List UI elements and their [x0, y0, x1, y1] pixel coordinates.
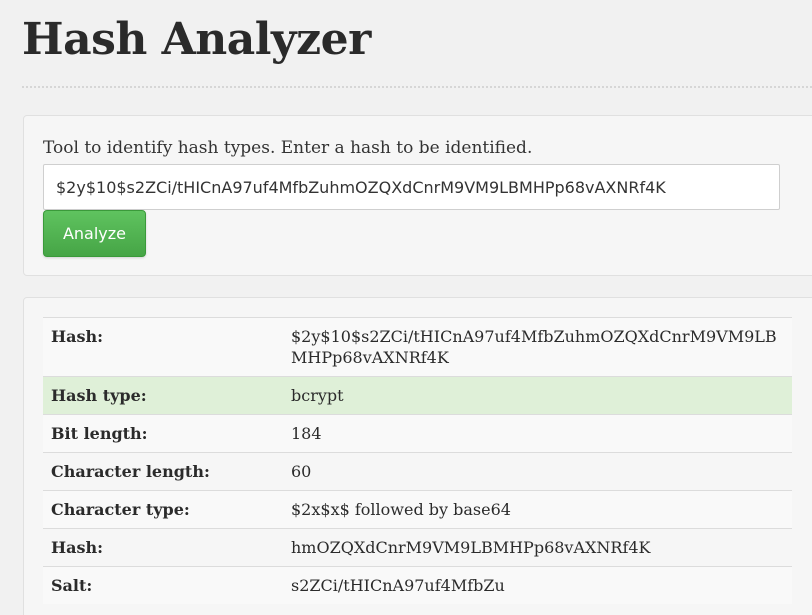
result-row-bit-length: Bit length: 184	[43, 414, 792, 453]
result-row-character-length: Character length: 60	[43, 452, 792, 491]
result-label: Hash:	[43, 317, 283, 377]
result-row-salt: Salt: s2ZCi/tHICnA97uf4MfbZu	[43, 566, 792, 604]
result-row-hash-part: Hash: hmOZQXdCnrM9VM9LBMHPp68vAXNRf4K	[43, 528, 792, 567]
result-value: 60	[283, 452, 792, 491]
result-label: Hash:	[43, 528, 283, 567]
result-label: Character length:	[43, 452, 283, 491]
result-value: bcrypt	[283, 376, 792, 415]
hash-input-panel: Tool to identify hash types. Enter a has…	[23, 115, 812, 276]
hash-input[interactable]	[43, 164, 780, 210]
analyze-button[interactable]: Analyze	[43, 210, 146, 257]
result-label: Salt:	[43, 566, 283, 604]
result-label: Hash type:	[43, 376, 283, 415]
result-label: Bit length:	[43, 414, 283, 453]
result-label: Character type:	[43, 490, 283, 529]
result-value: hmOZQXdCnrM9VM9LBMHPp68vAXNRf4K	[283, 528, 792, 567]
result-value: s2ZCi/tHICnA97uf4MfbZu	[283, 566, 792, 604]
result-row-hash: Hash: $2y$10$s2ZCi/tHICnA97uf4MfbZuhmOZQ…	[43, 317, 792, 377]
result-row-character-type: Character type: $2x$x$ followed by base6…	[43, 490, 792, 529]
result-value: $2x$x$ followed by base64	[283, 490, 792, 529]
page-title: Hash Analyzer	[22, 14, 371, 65]
result-value: $2y$10$s2ZCi/tHICnA97uf4MfbZuhmOZQXdCnrM…	[283, 317, 792, 377]
results-panel: Hash: $2y$10$s2ZCi/tHICnA97uf4MfbZuhmOZQ…	[23, 297, 812, 615]
result-row-hash-type: Hash type: bcrypt	[43, 376, 792, 415]
result-value: 184	[283, 414, 792, 453]
intro-text: Tool to identify hash types. Enter a has…	[43, 138, 533, 158]
title-divider	[22, 86, 812, 88]
results-table: Hash: $2y$10$s2ZCi/tHICnA97uf4MfbZuhmOZQ…	[43, 317, 792, 604]
